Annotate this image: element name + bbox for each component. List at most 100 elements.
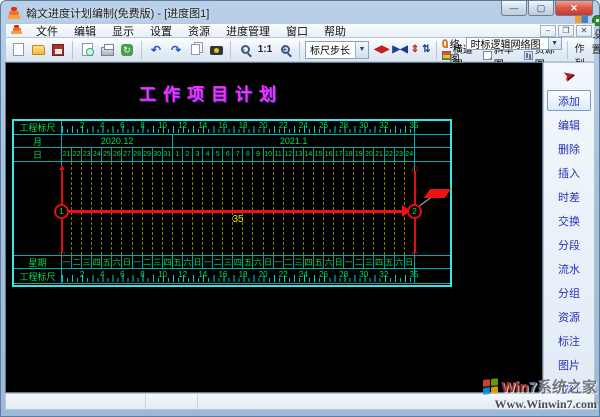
weekday-cell: 日 <box>333 256 343 268</box>
day-gridline <box>292 162 303 255</box>
ruler-step-combobox[interactable]: 标尺步长 ▼ <box>305 40 369 59</box>
ruler-mark: 32 <box>379 270 389 279</box>
menu-item[interactable]: 显示 <box>104 23 142 39</box>
open-file-button[interactable] <box>29 41 47 59</box>
schedule-table[interactable]: 工程标尺 2 4 6 8 10 12 14 16 18 20 22 24 26 28 30 32 35 月 20… <box>12 119 452 287</box>
ruler-row-label: 工程标尺 <box>14 269 62 283</box>
menu-item[interactable]: 文件 <box>28 23 66 39</box>
sidebar-item[interactable]: 删除 <box>547 138 591 159</box>
weekday-cell: 一 <box>272 256 283 268</box>
copy-button[interactable] <box>187 41 205 59</box>
day-gridline <box>222 162 232 255</box>
compress-horizontal-icon[interactable]: ▶◀ <box>392 44 407 55</box>
undo-button[interactable]: ↶ <box>147 41 165 59</box>
app-window: 翰文进度计划编制(免费版) - [进度图1] — ▢ ✕ 文件 编辑 显示 设置 资源进… <box>0 0 600 417</box>
zoom-out-icon: - <box>240 45 250 54</box>
sidebar-item[interactable]: 流水 <box>547 258 591 279</box>
compress-vertical-icon[interactable]: ⇅ <box>422 44 430 55</box>
ruler-mark: 6 <box>120 270 125 279</box>
diagram-type-combobox[interactable]: 时标逻辑网络图 ▼ <box>465 37 562 51</box>
sidebar-item[interactable]: 交换 <box>547 210 591 231</box>
sidebar-item[interactable]: 插入 <box>547 162 591 183</box>
expand-horizontal-icon[interactable]: ◀▶ <box>374 44 389 55</box>
ruler-mark: 14 <box>198 270 208 279</box>
ruler-mark: 35 <box>409 121 419 130</box>
menu-item[interactable]: 资源 <box>180 23 218 39</box>
ruler-mark: 30 <box>359 121 369 130</box>
ruler-mark: 24 <box>298 270 308 279</box>
select-tool-button[interactable]: ➤ <box>549 65 589 85</box>
sidebar-item[interactable]: 资源 <box>547 306 591 327</box>
print-button[interactable] <box>98 41 116 59</box>
day-cell: 9 <box>252 148 262 161</box>
day-row-label: 日 <box>14 148 62 161</box>
bar-chart-icon <box>441 51 451 60</box>
weekday-cell: 五 <box>312 256 323 268</box>
day-gridline <box>302 162 313 255</box>
ruler-mark: 2 <box>79 270 85 279</box>
snapshot-button[interactable] <box>207 41 225 59</box>
menu-item[interactable]: 帮助 <box>316 23 354 39</box>
sidebar-item[interactable]: 分段 <box>547 234 591 255</box>
day-cell: 14 <box>302 148 313 161</box>
menu-item[interactable]: 窗口 <box>278 23 316 39</box>
weekday-cell: 五 <box>383 256 394 268</box>
mdi-close-button[interactable]: ✕ <box>576 24 592 37</box>
weekday-cell: 六 <box>181 256 192 268</box>
chevron-down-icon[interactable]: ▼ <box>355 41 368 58</box>
sidebar-item[interactable]: 编辑 <box>547 114 591 135</box>
day-gridline <box>393 162 404 255</box>
weekday-cell: 三 <box>222 256 232 268</box>
diagram-group: 网络图 时标逻辑网络图 ▼ 横道图 斜率图 资源图 <box>441 25 562 71</box>
chevron-down-icon[interactable]: ▼ <box>547 38 561 49</box>
ruler-mark: 12 <box>178 121 188 130</box>
zoom-in-button[interactable]: + <box>276 41 294 59</box>
sidebar-item[interactable]: 图片 <box>547 354 591 375</box>
redo-button[interactable]: ↷ <box>167 41 185 59</box>
menu-items: 文件 编辑 显示 设置 资源 进度管理 窗口 帮助 <box>28 23 354 39</box>
sidebar-item[interactable]: 添加 <box>547 90 591 111</box>
menu-item[interactable]: 编辑 <box>66 23 104 39</box>
week-cells: 一二三四五六日一二三四五六日一二三四五六日一二三四五六日一二三四五六日 <box>62 256 415 268</box>
day-cell: 4 <box>202 148 212 161</box>
drawing-canvas[interactable]: 工作项目计划 工程标尺 2 4 6 8 10 12 14 16 18 20 22 24 26 28 30 32… <box>5 62 543 393</box>
ruler-mark: 32 <box>379 121 389 130</box>
zoom-out-button[interactable]: - <box>236 41 254 59</box>
cursor-arrow-icon: ➤ <box>561 65 577 85</box>
expand-vertical-icon[interactable]: ⇕ <box>411 44 419 55</box>
day-gridline <box>373 162 383 255</box>
sidebar-items: 添加 编辑 删除 插入 时差 交换 分段 流水 分组 资源 标注 图片 空行 <box>544 90 594 402</box>
sidebar-item[interactable]: 标注 <box>547 330 591 351</box>
printer-icon <box>100 43 114 56</box>
maximize-button[interactable]: ▢ <box>528 1 554 16</box>
mdi-restore-button[interactable]: ❐ <box>558 24 574 37</box>
ruler-mark: 10 <box>158 270 168 279</box>
save-button[interactable] <box>49 41 67 59</box>
weekday-cell: 四 <box>302 256 313 268</box>
zoom-reset-button[interactable]: 1:1 <box>256 41 274 59</box>
day-gridline <box>91 162 101 255</box>
day-cell: 28 <box>131 148 142 161</box>
print-preview-button[interactable] <box>78 41 96 59</box>
sidebar-item[interactable]: 分组 <box>547 282 591 303</box>
mdi-minimize-button[interactable]: – <box>540 24 556 37</box>
export-button[interactable]: ↻ <box>118 41 136 59</box>
day-cell: 23 <box>393 148 404 161</box>
close-button[interactable]: ✕ <box>555 1 593 16</box>
open-folder-icon <box>31 44 45 55</box>
minimize-button[interactable]: — <box>501 1 527 16</box>
undo-icon: ↶ <box>150 42 162 57</box>
ruler-mark: 28 <box>339 121 349 130</box>
snapshot-icon <box>209 46 223 55</box>
menu-item[interactable]: 进度管理 <box>218 23 278 39</box>
ruler-mark: 20 <box>258 121 268 130</box>
weekday-cell: 三 <box>292 256 303 268</box>
ruler-mark: 2 <box>79 121 85 130</box>
network-area[interactable] <box>14 162 450 256</box>
day-gridline <box>121 162 131 255</box>
day-gridline <box>343 162 353 255</box>
sidebar-item[interactable]: 时差 <box>547 186 591 207</box>
new-file-button[interactable] <box>9 41 27 59</box>
menu-item[interactable]: 设置 <box>142 23 180 39</box>
weekday-cell: 日 <box>121 256 131 268</box>
